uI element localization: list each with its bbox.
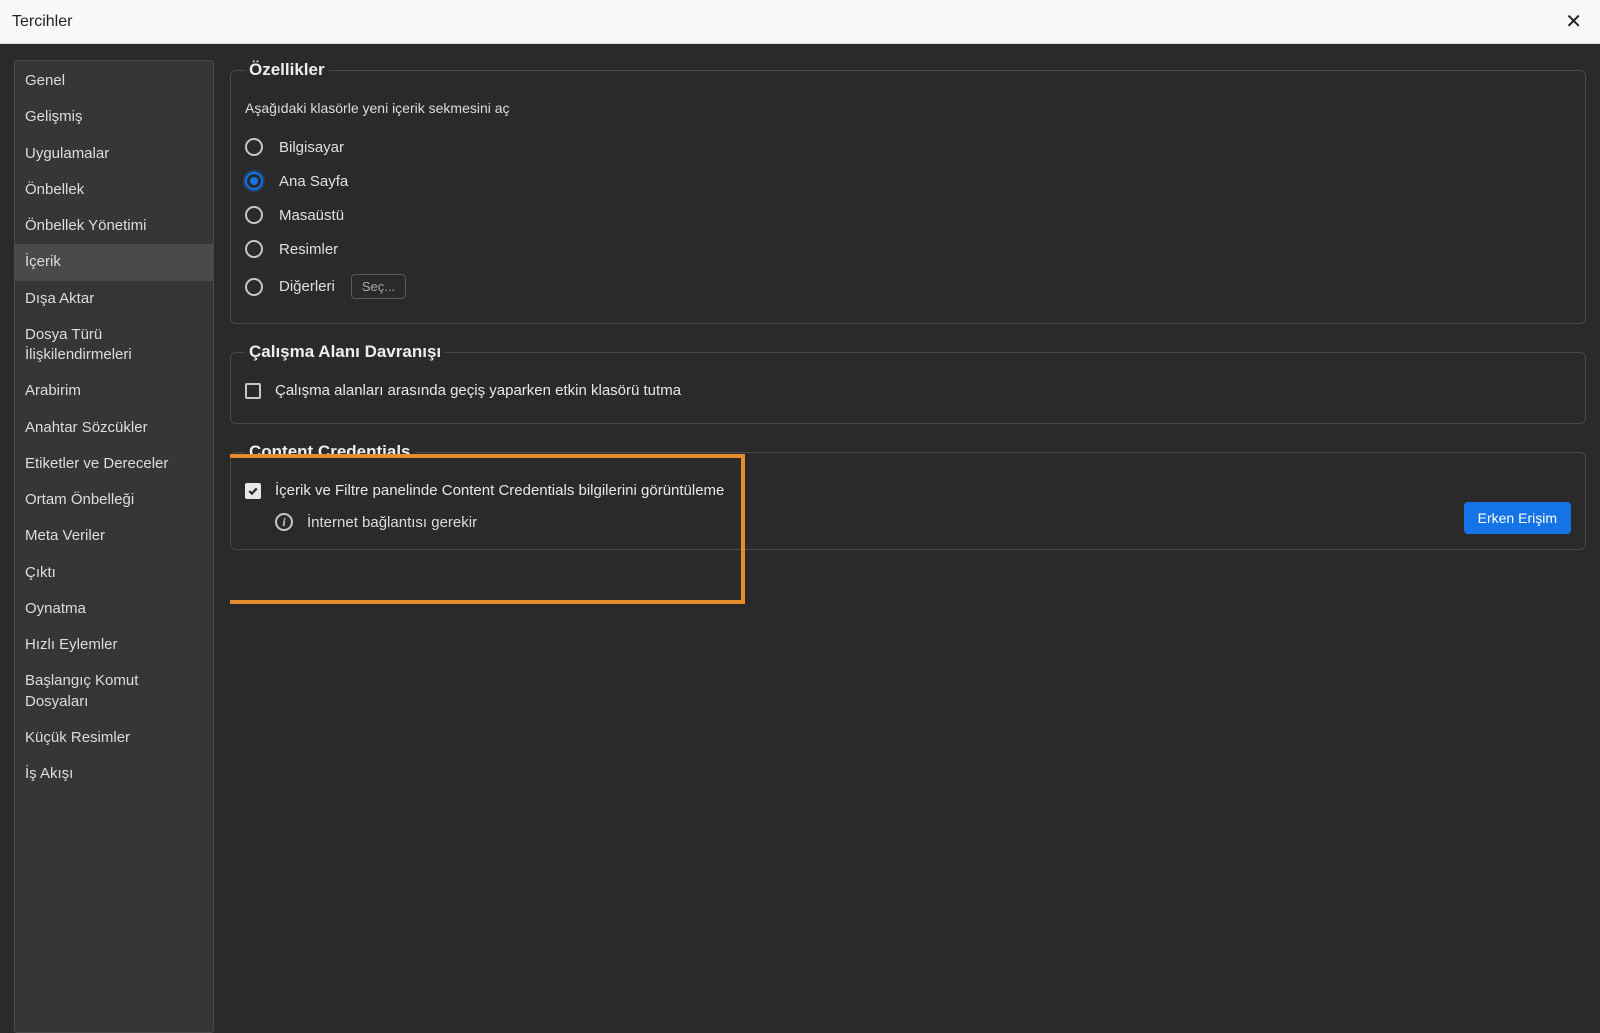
sidebar-item[interactable]: Oynatma	[15, 591, 213, 627]
sidebar-item[interactable]: Dışa Aktar	[15, 281, 213, 317]
sidebar-item[interactable]: Ortam Önbelleği	[15, 482, 213, 518]
credentials-legend: Content Credentials	[245, 442, 415, 462]
radio-icon[interactable]	[245, 240, 263, 258]
features-section: Özellikler Aşağıdaki klasörle yeni içeri…	[230, 60, 1586, 324]
sidebar-item[interactable]: Anahtar Sözcükler	[15, 410, 213, 446]
sidebar-item[interactable]: Çıktı	[15, 555, 213, 591]
sidebar-item[interactable]: İş Akışı	[15, 756, 213, 792]
workspace-legend: Çalışma Alanı Davranışı	[245, 342, 445, 362]
early-access-button[interactable]: Erken Erişim	[1464, 502, 1571, 534]
select-folder-button[interactable]: Seç...	[351, 274, 406, 299]
radio-label: Masaüstü	[279, 207, 344, 224]
checkbox-icon[interactable]	[245, 483, 261, 499]
sidebar-item[interactable]: Gelişmiş	[15, 99, 213, 135]
features-description: Aşağıdaki klasörle yeni içerik sekmesini…	[245, 100, 1571, 116]
sidebar-item[interactable]: Başlangıç Komut Dosyaları	[15, 663, 213, 720]
sidebar: GenelGelişmişUygulamalarÖnbellekÖnbellek…	[14, 60, 214, 1033]
info-icon: i	[275, 513, 293, 531]
credentials-info-row: i İnternet bağlantısı gerekir	[245, 507, 1571, 533]
workspace-checkbox-row[interactable]: Çalışma alanları arasında geçiş yaparken…	[245, 374, 1571, 407]
credentials-checkbox-row[interactable]: İçerik ve Filtre panelinde Content Crede…	[245, 474, 1571, 507]
radio-label: Bilgisayar	[279, 139, 344, 156]
radio-row[interactable]: Ana Sayfa	[245, 164, 1571, 198]
radio-row[interactable]: Resimler	[245, 232, 1571, 266]
radio-icon[interactable]	[245, 172, 263, 190]
radio-row[interactable]: Bilgisayar	[245, 130, 1571, 164]
checkbox-icon[interactable]	[245, 383, 261, 399]
features-legend: Özellikler	[245, 60, 329, 80]
window-title: Tercihler	[12, 13, 72, 31]
credentials-checkbox-label: İçerik ve Filtre panelinde Content Crede…	[275, 482, 724, 499]
radio-icon[interactable]	[245, 278, 263, 296]
radio-row[interactable]: Diğerleri Seç...	[245, 266, 1571, 307]
radio-icon[interactable]	[245, 206, 263, 224]
sidebar-item[interactable]: İçerik	[15, 244, 213, 280]
sidebar-item[interactable]: Uygulamalar	[15, 136, 213, 172]
radio-row[interactable]: Masaüstü	[245, 198, 1571, 232]
close-icon[interactable]: ✕	[1559, 5, 1588, 38]
radio-label: Ana Sayfa	[279, 173, 348, 190]
radio-label: Resimler	[279, 241, 338, 258]
sidebar-item[interactable]: Etiketler ve Dereceler	[15, 446, 213, 482]
radio-icon[interactable]	[245, 138, 263, 156]
credentials-section: Content Credentials İçerik ve Filtre pan…	[230, 442, 1586, 550]
radio-label: Diğerleri	[279, 278, 335, 295]
credentials-info-text: İnternet bağlantısı gerekir	[307, 514, 477, 531]
content-area: GenelGelişmişUygulamalarÖnbellekÖnbellek…	[0, 44, 1600, 1033]
sidebar-item[interactable]: Meta Veriler	[15, 518, 213, 554]
workspace-section: Çalışma Alanı Davranışı Çalışma alanları…	[230, 342, 1586, 424]
sidebar-item[interactable]: Genel	[15, 63, 213, 99]
sidebar-item[interactable]: Arabirim	[15, 373, 213, 409]
titlebar: Tercihler ✕	[0, 0, 1600, 44]
sidebar-item[interactable]: Küçük Resimler	[15, 720, 213, 756]
sidebar-item[interactable]: Önbellek	[15, 172, 213, 208]
sidebar-item[interactable]: Dosya Türü İlişkilendirmeleri	[15, 317, 213, 374]
main-panel: Özellikler Aşağıdaki klasörle yeni içeri…	[230, 60, 1586, 1033]
workspace-checkbox-label: Çalışma alanları arasında geçiş yaparken…	[275, 382, 681, 399]
sidebar-item[interactable]: Hızlı Eylemler	[15, 627, 213, 663]
sidebar-item[interactable]: Önbellek Yönetimi	[15, 208, 213, 244]
